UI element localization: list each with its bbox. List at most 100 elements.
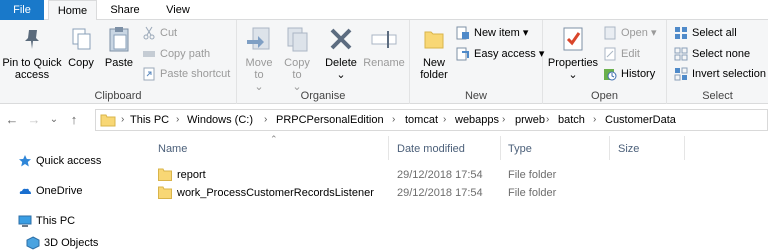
delete-label: Delete: [325, 57, 357, 69]
copy-button[interactable]: Copy: [64, 24, 98, 69]
new-item-icon: [456, 26, 469, 40]
open-icon: [604, 26, 616, 40]
select-all-button[interactable]: Select all: [674, 25, 737, 41]
copy-path-label: Copy path: [160, 48, 211, 60]
pin-label: Pin to Quick access: [2, 57, 62, 81]
move-to-label: Move to: [245, 57, 273, 81]
paste-button[interactable]: Paste: [100, 24, 138, 69]
breadcrumb-customerdata[interactable]: CustomerData: [605, 113, 676, 127]
paste-shortcut-icon: [143, 67, 155, 81]
breadcrumb-separator-icon: ›: [176, 114, 180, 125]
ribbon-tabs: File Home Share View: [0, 0, 768, 21]
sort-indicator-icon: ⌃: [270, 134, 278, 144]
new-item-label: New item: [474, 27, 520, 39]
select-all-icon: [675, 27, 687, 39]
history-button[interactable]: History: [603, 66, 655, 82]
paste-shortcut-button[interactable]: Paste shortcut: [142, 66, 230, 82]
delete-button[interactable]: Delete ⌄: [321, 24, 361, 81]
new-folder-button[interactable]: New folder: [414, 24, 454, 81]
breadcrumb-tomcat[interactable]: tomcat: [405, 113, 438, 127]
invert-selection-label: Invert selection: [692, 68, 766, 80]
breadcrumb-windows-c[interactable]: Windows (C:): [187, 113, 253, 127]
move-to-button[interactable]: Move to ⌄: [241, 24, 277, 93]
rename-label: Rename: [363, 57, 405, 69]
easy-access-button[interactable]: Easy access ▾: [456, 46, 544, 62]
nav-onedrive[interactable]: OneDrive: [19, 184, 83, 198]
breadcrumb-prweb[interactable]: prweb: [515, 113, 545, 127]
breadcrumb-separator-icon: ›: [502, 114, 506, 125]
new-group: New folder New item ▾ Easy access ▾ New: [410, 20, 544, 104]
breadcrumb-batch[interactable]: batch: [558, 113, 585, 127]
nav-this-pc-label: This PC: [36, 215, 76, 227]
history-icon: [604, 69, 617, 81]
copy-to-label: Copy to: [284, 57, 310, 81]
nav-3d-objects[interactable]: 3D Objects: [26, 236, 98, 250]
nav-this-pc[interactable]: This PC: [18, 214, 76, 228]
invert-selection-button[interactable]: Invert selection: [674, 66, 766, 82]
breadcrumb-separator-icon: ›: [593, 114, 597, 125]
open-button[interactable]: Open ▾: [603, 25, 657, 41]
tab-home[interactable]: Home: [48, 0, 97, 21]
rename-button[interactable]: Rename: [363, 24, 405, 69]
up-arrow-icon[interactable]: ↑: [66, 112, 82, 128]
column-divider[interactable]: [388, 136, 389, 160]
column-divider[interactable]: [500, 136, 501, 160]
column-header-date-modified[interactable]: Date modified: [397, 142, 465, 156]
organise-label: Organise: [300, 90, 346, 102]
forward-arrow-icon[interactable]: →: [26, 112, 42, 128]
recent-locations-chevron-icon[interactable]: ⌄: [46, 112, 62, 128]
copy-path-button[interactable]: Copy path: [142, 46, 210, 62]
nav-quick-access-label: Quick access: [36, 155, 102, 167]
edit-button[interactable]: Edit: [603, 46, 640, 62]
paste-icon: [109, 27, 129, 52]
pin-quick-access-button[interactable]: Pin to Quick access: [2, 24, 62, 81]
edit-icon: [604, 47, 616, 61]
folder-icon: [158, 168, 172, 181]
copy-icon: [72, 28, 91, 50]
nav-quick-access[interactable]: Quick access: [19, 154, 102, 168]
ribbon: Pin to Quick access Copy Paste Cut Copy …: [0, 20, 768, 104]
open-dropdown-icon: ▾: [650, 27, 657, 39]
table-row[interactable]: work_ProcessCustomerRecordsListener 29/1…: [150, 184, 690, 202]
column-header-name[interactable]: Name: [158, 142, 187, 156]
address-row: ← → ⌄ ↑ › This PC › Windows (C:) › PRPCP…: [0, 105, 768, 135]
breadcrumb-separator-icon: ›: [121, 114, 125, 125]
properties-button[interactable]: Properties ⌄: [547, 24, 599, 81]
file-name: report: [177, 169, 206, 181]
table-row[interactable]: report 29/12/2018 17:54 File folder: [150, 166, 690, 184]
edit-label: Edit: [621, 48, 640, 60]
breadcrumb-this-pc[interactable]: This PC: [130, 113, 169, 127]
copy-label: Copy: [68, 57, 94, 69]
clipboard-group: Pin to Quick access Copy Paste Cut Copy …: [0, 20, 237, 104]
column-divider[interactable]: [684, 136, 685, 160]
breadcrumb-prpcpersonaledition[interactable]: PRPCPersonalEdition: [276, 113, 384, 127]
breadcrumb-webapps[interactable]: webapps: [455, 113, 499, 127]
cut-button[interactable]: Cut: [142, 25, 177, 41]
organise-group: Move to ⌄ Copy to ⌄ Delete ⌄ Rename Organis…: [237, 20, 410, 104]
new-item-dropdown-icon: ▾: [522, 27, 529, 39]
tab-share[interactable]: Share: [104, 0, 146, 20]
select-none-button[interactable]: Select none: [674, 46, 750, 62]
column-header-size[interactable]: Size: [618, 142, 639, 156]
move-to-icon: [247, 27, 270, 50]
column-divider[interactable]: [609, 136, 610, 160]
nav-onedrive-label: OneDrive: [36, 185, 83, 197]
file-type: File folder: [508, 187, 557, 199]
scissors-icon: [143, 26, 155, 40]
column-header-type[interactable]: Type: [508, 142, 532, 156]
open-group: Properties ⌄ Open ▾ Edit History Open: [543, 20, 667, 104]
tab-file[interactable]: File: [0, 0, 44, 20]
file-date: 29/12/2018 17:54: [397, 187, 483, 199]
new-item-button[interactable]: New item ▾: [456, 25, 528, 41]
address-bar[interactable]: › This PC › Windows (C:) › PRPCPersonalE…: [95, 109, 768, 131]
rename-icon: [371, 31, 397, 48]
back-arrow-icon[interactable]: ←: [4, 112, 20, 128]
tab-view[interactable]: View: [158, 0, 198, 20]
breadcrumb-separator-icon: ›: [443, 114, 447, 125]
paste-shortcut-label: Paste shortcut: [160, 68, 231, 80]
delete-x-icon: [330, 28, 352, 50]
copy-to-button[interactable]: Copy to ⌄: [279, 24, 315, 93]
new-folder-icon: [424, 31, 444, 49]
breadcrumb-separator-icon: ›: [264, 114, 268, 125]
select-all-label: Select all: [692, 27, 737, 39]
